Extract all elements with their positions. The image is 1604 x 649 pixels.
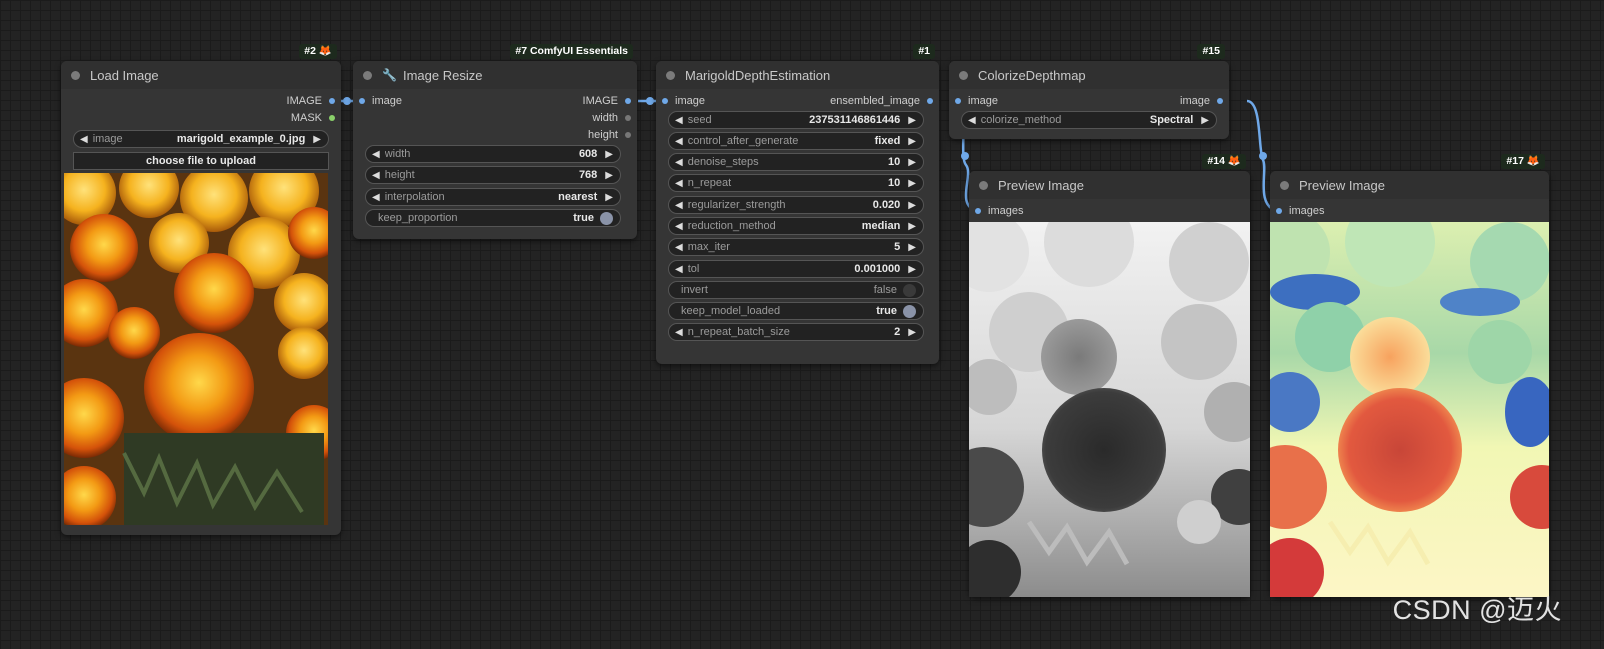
n-repeat-widget[interactable]: ◀ n_repeat 10 ▶ bbox=[668, 174, 924, 192]
node-title-bar[interactable]: Preview Image bbox=[969, 171, 1250, 199]
fox-icon: 🦊 bbox=[1526, 155, 1540, 167]
input-image-slot[interactable]: image bbox=[955, 93, 998, 109]
node-id-badge: #2 🦊 bbox=[299, 44, 337, 59]
grayscale-depth-map-preview bbox=[969, 222, 1250, 597]
node-title: ColorizeDepthmap bbox=[978, 67, 1086, 83]
decrement-arrow-icon[interactable]: ◀ bbox=[675, 327, 683, 338]
image-resize-node[interactable]: #7 ComfyUI Essentials 🔧 Image Resize imag… bbox=[353, 44, 637, 239]
output-image-slot[interactable]: image bbox=[1180, 93, 1223, 109]
node-title-bar[interactable]: MarigoldDepthEstimation bbox=[656, 61, 939, 89]
toggle-knob-icon bbox=[903, 304, 916, 318]
upload-button[interactable]: choose file to upload bbox=[73, 152, 329, 170]
increment-arrow-icon[interactable]: ▶ bbox=[605, 149, 613, 160]
node-title: Load Image bbox=[90, 67, 159, 83]
input-images-slot[interactable]: images bbox=[1276, 203, 1324, 219]
regularizer-strength-widget[interactable]: ◀ regularizer_strength 0.020 ▶ bbox=[668, 196, 924, 214]
output-mask-slot[interactable]: MASK bbox=[291, 110, 335, 126]
output-width-slot[interactable]: width bbox=[592, 110, 631, 126]
decrement-arrow-icon[interactable]: ◀ bbox=[675, 136, 683, 147]
increment-arrow-icon[interactable]: ▶ bbox=[908, 242, 916, 253]
increment-arrow-icon[interactable]: ▶ bbox=[908, 115, 916, 126]
node-id-badge: #7 ComfyUI Essentials bbox=[510, 44, 633, 59]
collapse-dot[interactable] bbox=[71, 70, 80, 80]
increment-arrow-icon[interactable]: ▶ bbox=[908, 327, 916, 338]
collapse-dot[interactable] bbox=[666, 70, 675, 80]
output-image-slot[interactable]: IMAGE bbox=[287, 93, 335, 109]
node-id-badge: #14 🦊 bbox=[1202, 154, 1246, 169]
n-repeat-batch-size-widget[interactable]: ◀ n_repeat_batch_size 2 ▶ bbox=[668, 323, 924, 341]
node-id-badge: #15 bbox=[1197, 44, 1225, 59]
node-title: Preview Image bbox=[1299, 177, 1385, 193]
interpolation-combo[interactable]: ◀ interpolation nearest ▶ bbox=[365, 188, 621, 206]
control-after-generate-combo[interactable]: ◀ control_after_generate fixed ▶ bbox=[668, 132, 924, 150]
decrement-arrow-icon[interactable]: ◀ bbox=[675, 178, 683, 189]
image-file-combo[interactable]: ◀ image marigold_example_0.jpg ▶ bbox=[73, 130, 329, 148]
node-id-badge: #1 bbox=[913, 44, 935, 59]
output-height-slot[interactable]: height bbox=[588, 127, 631, 143]
colorize-depthmap-node[interactable]: #15 ColorizeDepthmap image image ◀ color… bbox=[949, 44, 1229, 139]
collapse-dot[interactable] bbox=[363, 70, 372, 80]
keep-proportion-toggle[interactable]: keep_proportion true bbox=[365, 209, 621, 227]
decrement-arrow-icon[interactable]: ◀ bbox=[675, 200, 683, 211]
node-title-bar[interactable]: Load Image bbox=[61, 61, 341, 89]
decrement-arrow-icon[interactable]: ◀ bbox=[675, 264, 683, 275]
marigold-depth-estimation-node[interactable]: #1 MarigoldDepthEstimation image ensembl… bbox=[656, 44, 939, 364]
wrench-icon: 🔧 bbox=[382, 68, 397, 82]
fox-icon: 🦊 bbox=[1227, 155, 1241, 167]
increment-arrow-icon[interactable]: ▶ bbox=[313, 134, 321, 145]
output-ensembled-image-slot[interactable]: ensembled_image bbox=[830, 93, 933, 109]
decrement-arrow-icon[interactable]: ◀ bbox=[675, 221, 683, 232]
denoise-steps-widget[interactable]: ◀ denoise_steps 10 ▶ bbox=[668, 153, 924, 171]
height-widget[interactable]: ◀ height 768 ▶ bbox=[365, 166, 621, 184]
decrement-arrow-icon[interactable]: ◀ bbox=[80, 134, 88, 145]
increment-arrow-icon[interactable]: ▶ bbox=[605, 170, 613, 181]
increment-arrow-icon[interactable]: ▶ bbox=[908, 200, 916, 211]
node-title-bar[interactable]: ColorizeDepthmap bbox=[949, 61, 1229, 89]
increment-arrow-icon[interactable]: ▶ bbox=[908, 264, 916, 275]
input-image-slot[interactable]: image bbox=[662, 93, 705, 109]
increment-arrow-icon[interactable]: ▶ bbox=[908, 157, 916, 168]
output-image-slot[interactable]: IMAGE bbox=[583, 93, 631, 109]
decrement-arrow-icon[interactable]: ◀ bbox=[675, 157, 683, 168]
invert-toggle[interactable]: invert false bbox=[668, 281, 924, 299]
input-images-slot[interactable]: images bbox=[975, 203, 1023, 219]
node-title: Preview Image bbox=[998, 177, 1084, 193]
decrement-arrow-icon[interactable]: ◀ bbox=[372, 149, 380, 160]
preview-image-node-14[interactable]: #14 🦊 Preview Image images bbox=[969, 154, 1250, 597]
collapse-dot[interactable] bbox=[979, 180, 988, 190]
increment-arrow-icon[interactable]: ▶ bbox=[605, 192, 613, 203]
decrement-arrow-icon[interactable]: ◀ bbox=[675, 115, 683, 126]
input-image-slot[interactable]: image bbox=[359, 93, 402, 109]
toggle-knob-icon bbox=[903, 283, 916, 297]
collapse-dot[interactable] bbox=[1280, 180, 1289, 190]
preview-image-node-17[interactable]: #17 🦊 Preview Image images bbox=[1270, 154, 1549, 597]
node-title-bar[interactable]: Preview Image bbox=[1270, 171, 1549, 199]
keep-model-loaded-toggle[interactable]: keep_model_loaded true bbox=[668, 302, 924, 320]
colorize-method-combo[interactable]: ◀ colorize_method Spectral ▶ bbox=[961, 111, 1217, 129]
toggle-knob-icon bbox=[600, 211, 613, 225]
decrement-arrow-icon[interactable]: ◀ bbox=[372, 192, 380, 203]
increment-arrow-icon[interactable]: ▶ bbox=[908, 221, 916, 232]
decrement-arrow-icon[interactable]: ◀ bbox=[372, 170, 380, 181]
increment-arrow-icon[interactable]: ▶ bbox=[908, 178, 916, 189]
max-iter-widget[interactable]: ◀ max_iter 5 ▶ bbox=[668, 238, 924, 256]
collapse-dot[interactable] bbox=[959, 70, 968, 80]
decrement-arrow-icon[interactable]: ◀ bbox=[675, 242, 683, 253]
watermark: CSDN @迈火 bbox=[1392, 595, 1562, 625]
increment-arrow-icon[interactable]: ▶ bbox=[908, 136, 916, 147]
reduction-method-combo[interactable]: ◀ reduction_method median ▶ bbox=[668, 217, 924, 235]
node-title-bar[interactable]: 🔧 Image Resize bbox=[353, 61, 637, 89]
width-widget[interactable]: ◀ width 608 ▶ bbox=[365, 145, 621, 163]
node-title: Image Resize bbox=[402, 67, 483, 83]
marigold-photo-preview bbox=[64, 173, 328, 525]
tol-widget[interactable]: ◀ tol 0.001000 ▶ bbox=[668, 260, 924, 278]
fox-icon: 🦊 bbox=[318, 45, 332, 57]
decrement-arrow-icon[interactable]: ◀ bbox=[968, 115, 976, 126]
node-title: MarigoldDepthEstimation bbox=[685, 67, 831, 83]
load-image-node[interactable]: #2 🦊 Load Image IMAGE MASK ◀ image marigo… bbox=[61, 44, 341, 535]
node-id-badge: #17 🦊 bbox=[1501, 154, 1545, 169]
increment-arrow-icon[interactable]: ▶ bbox=[1201, 115, 1209, 126]
seed-widget[interactable]: ◀ seed 237531146861446 ▶ bbox=[668, 111, 924, 129]
spectral-colorized-depth-map-preview bbox=[1270, 222, 1549, 597]
